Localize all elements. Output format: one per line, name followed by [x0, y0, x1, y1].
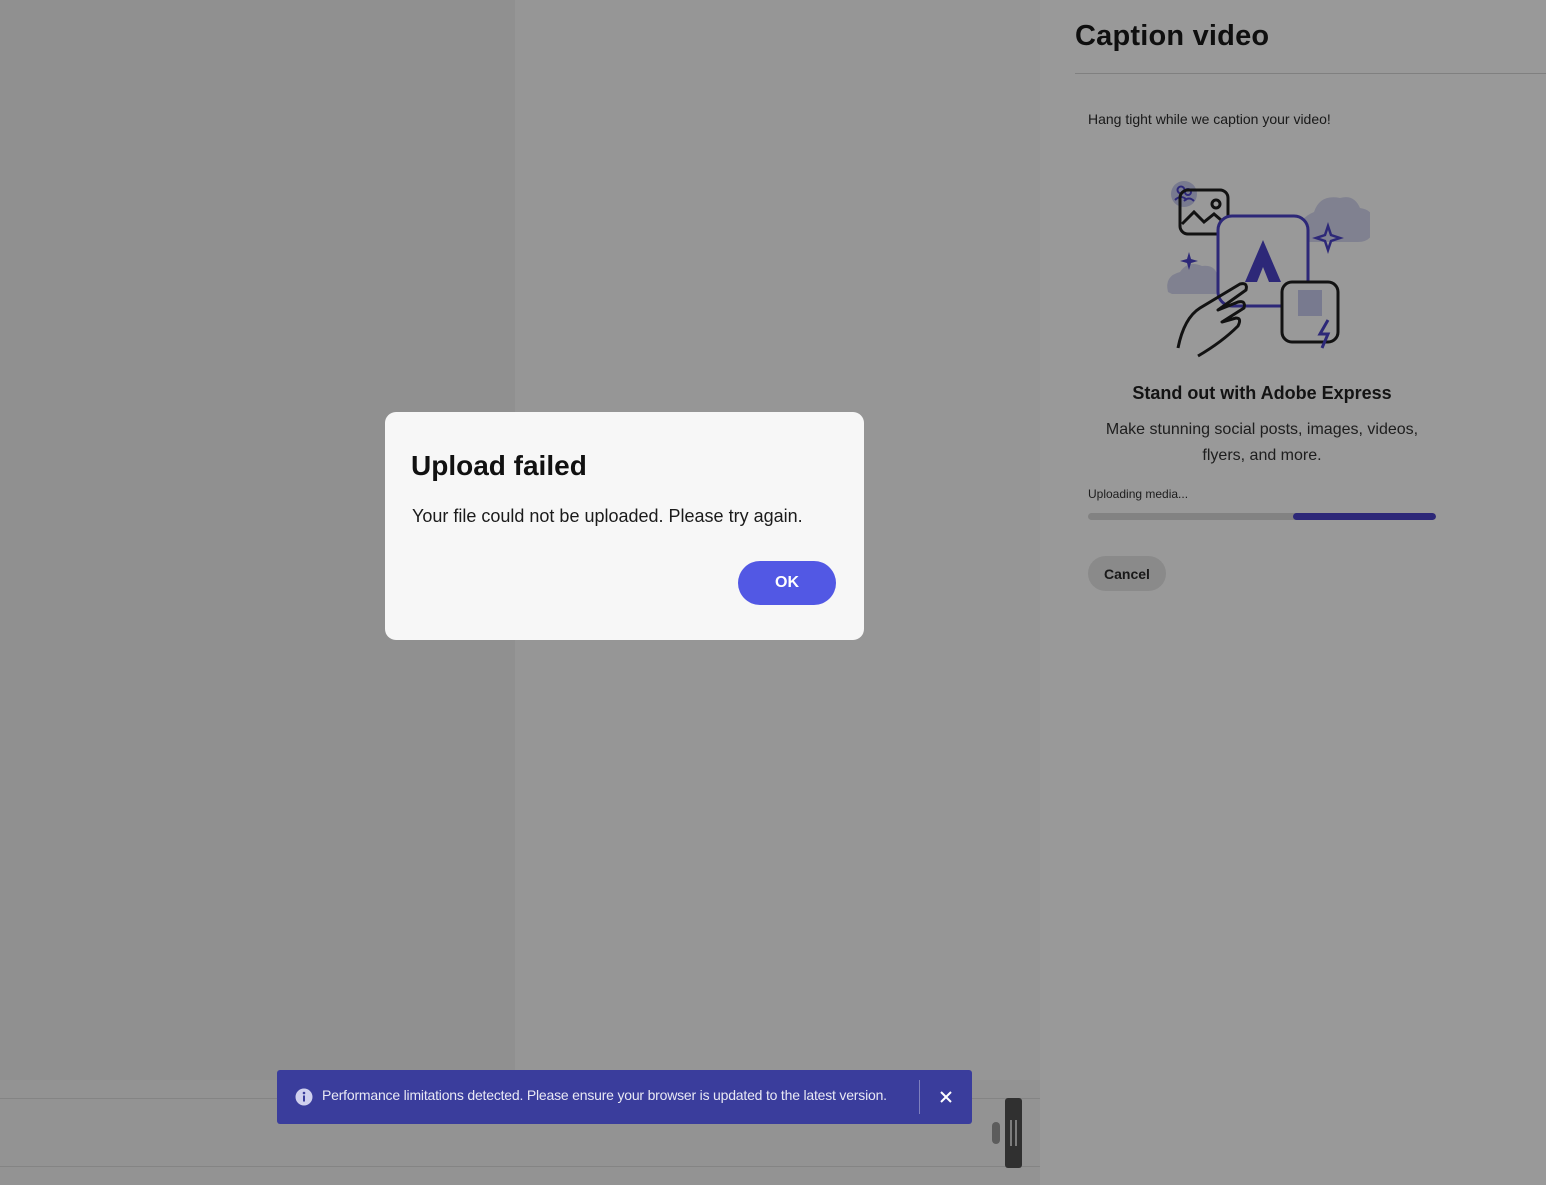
upload-failed-dialog: Upload failed Your file could not be upl… — [385, 412, 864, 640]
app-stage: Caption video Hang tight while we captio… — [0, 0, 1546, 1185]
dialog-title: Upload failed — [411, 450, 587, 481]
toast-separator — [919, 1080, 920, 1114]
info-icon — [295, 1088, 313, 1106]
toast-close-button[interactable] — [934, 1085, 958, 1109]
toast-message: Performance limitations detected. Please… — [322, 1087, 887, 1103]
close-icon — [940, 1091, 952, 1103]
ok-button[interactable]: OK — [738, 561, 836, 605]
dialog-message: Your file could not be uploaded. Please … — [412, 506, 803, 526]
performance-toast: Performance limitations detected. Please… — [277, 1070, 972, 1124]
